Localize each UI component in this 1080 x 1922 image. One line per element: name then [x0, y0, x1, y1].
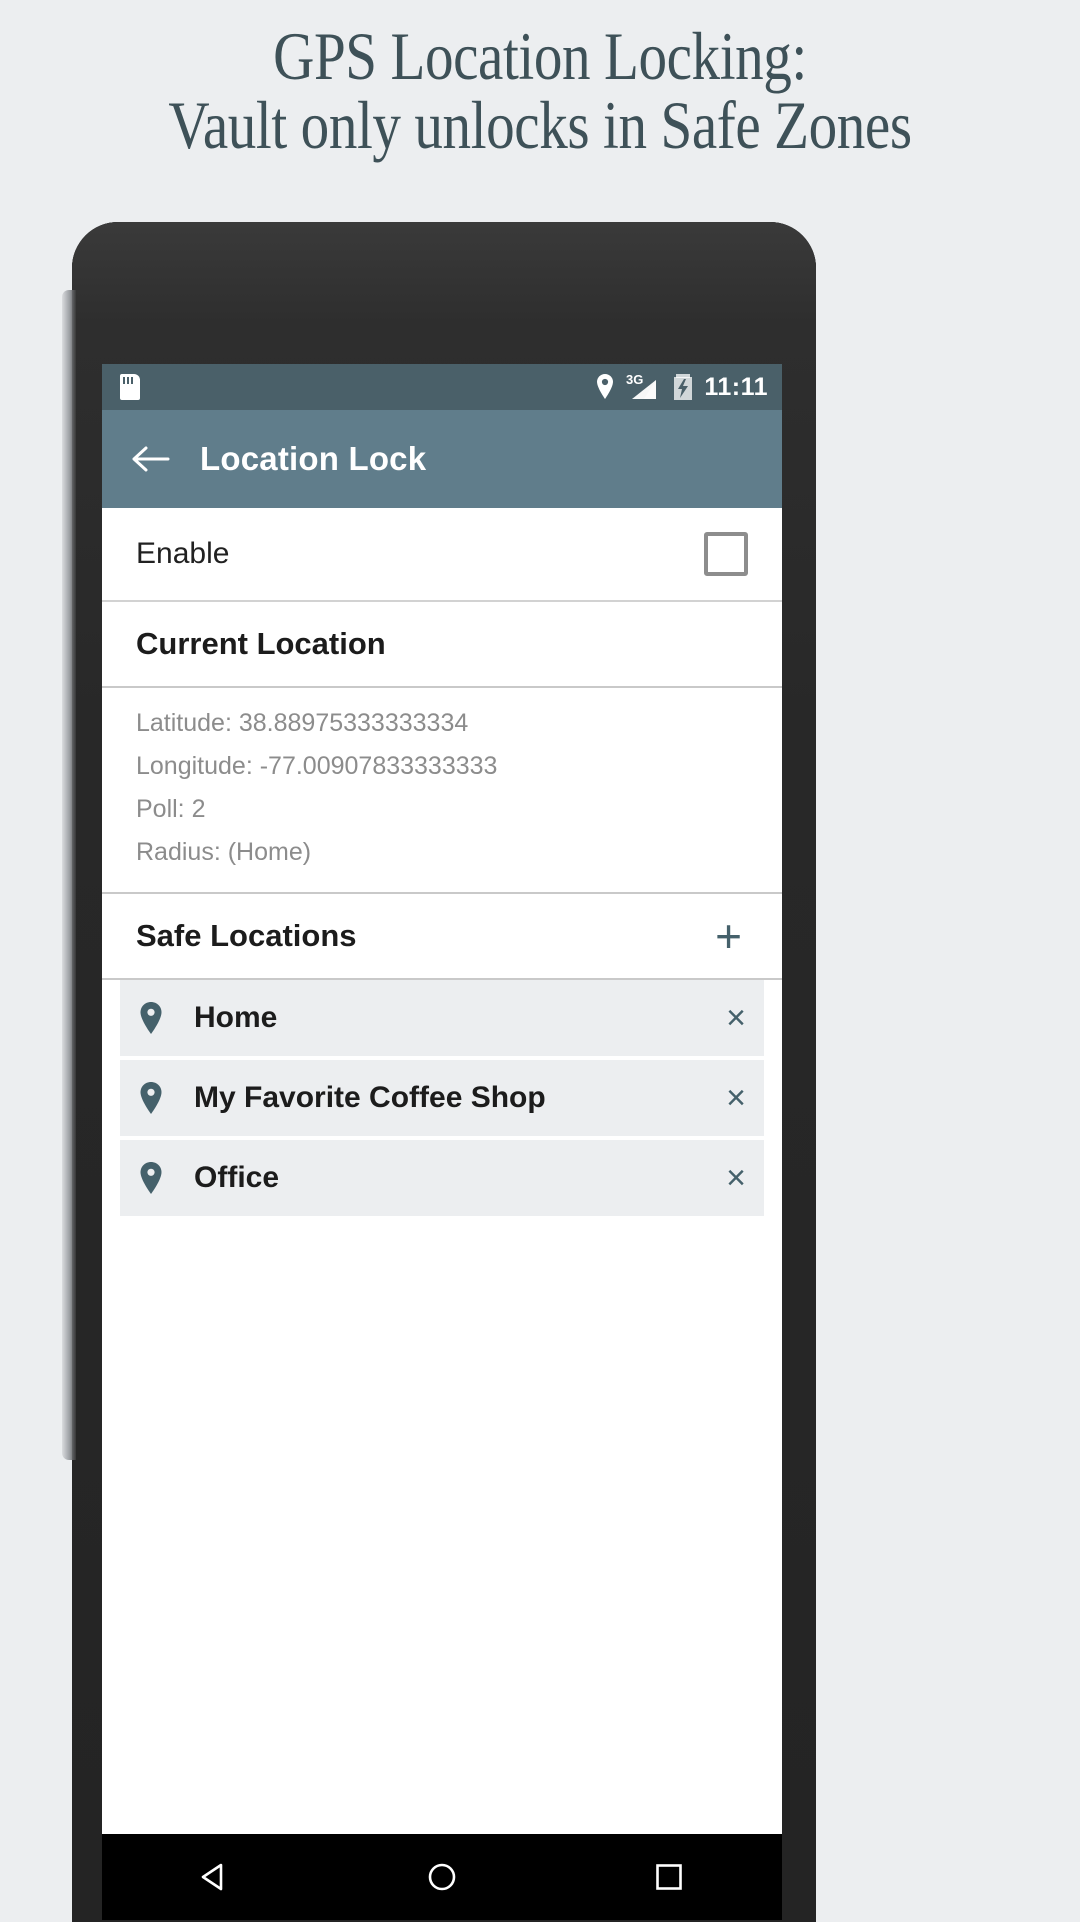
- status-bar: 3G 11:11: [102, 364, 782, 410]
- enable-checkbox[interactable]: [704, 532, 748, 576]
- location-name: My Favorite Coffee Shop: [194, 1081, 546, 1114]
- location-name: Office: [194, 1161, 280, 1194]
- list-item[interactable]: My Favorite Coffee Shop ×: [120, 1060, 764, 1136]
- phone-screen: 3G 11:11 Location Lock Enable Current Lo…: [102, 364, 782, 1920]
- current-location-header: Current Location: [102, 602, 782, 688]
- page-title: Location Lock: [200, 440, 427, 477]
- delete-location-button[interactable]: ×: [726, 1081, 746, 1115]
- delete-location-button[interactable]: ×: [726, 1001, 746, 1035]
- app-bar: Location Lock: [102, 410, 782, 508]
- radius-value: Radius: (Home): [136, 838, 312, 866]
- android-nav-bar: [102, 1834, 782, 1920]
- promo-heading: GPS Location Locking: Vault only unlocks…: [86, 18, 993, 164]
- safe-locations-list: Home × My Favorite Coffee Shop × Office …: [102, 980, 782, 1216]
- current-location-title: Current Location: [136, 626, 386, 661]
- longitude-value: Longitude: -77.00907833333333: [136, 752, 498, 780]
- enable-row[interactable]: Enable: [102, 508, 782, 602]
- enable-label: Enable: [136, 537, 230, 570]
- location-pin-icon: [597, 374, 614, 399]
- nav-recents-square-icon[interactable]: [652, 1860, 686, 1894]
- poll-value: Poll: 2: [136, 795, 206, 823]
- list-item[interactable]: Office ×: [120, 1140, 764, 1216]
- safe-locations-header: Safe Locations +: [102, 894, 782, 980]
- map-pin-icon: [140, 1162, 162, 1194]
- nav-back-triangle-icon[interactable]: [198, 1860, 232, 1894]
- signal-3g-icon: 3G: [626, 373, 657, 399]
- nav-home-circle-icon[interactable]: [425, 1860, 459, 1894]
- promo-heading-line-1: GPS Location Locking:: [273, 18, 807, 94]
- svg-text:3G: 3G: [626, 373, 643, 387]
- map-pin-icon: [140, 1082, 162, 1114]
- delete-location-button[interactable]: ×: [726, 1161, 746, 1195]
- status-bar-right: 3G 11:11: [594, 373, 768, 402]
- battery-charging-icon: [674, 374, 693, 400]
- list-item[interactable]: Home ×: [120, 980, 764, 1056]
- back-arrow-icon[interactable]: [130, 444, 170, 474]
- latitude-value: Latitude: 38.88975333333334: [136, 709, 469, 737]
- sd-card-icon: [120, 374, 140, 400]
- settings-content: Enable Current Location Latitude: 38.889…: [102, 508, 782, 1834]
- location-name: Home: [194, 1001, 278, 1034]
- add-location-button[interactable]: +: [709, 913, 748, 959]
- promo-heading-line-2: Vault only unlocks in Safe Zones: [168, 87, 912, 164]
- map-pin-icon: [140, 1002, 162, 1034]
- phone-left-edge: [62, 290, 76, 1460]
- current-location-info: Latitude: 38.88975333333334 Longitude: -…: [102, 688, 782, 894]
- status-bar-clock: 11:11: [704, 372, 768, 401]
- safe-locations-title: Safe Locations: [136, 918, 357, 953]
